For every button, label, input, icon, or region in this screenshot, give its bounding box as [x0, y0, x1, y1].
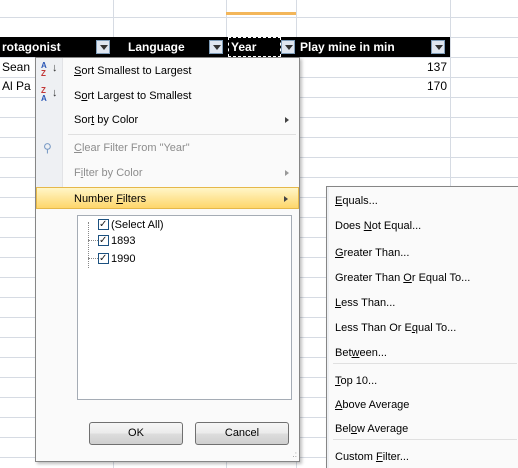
- value-1893[interactable]: 1893: [98, 233, 135, 249]
- clear-filter-icon: ⚲: [43, 141, 52, 155]
- ok-button[interactable]: OK: [89, 422, 183, 445]
- menu-separator: [333, 439, 517, 440]
- menu-separator: [333, 363, 517, 364]
- filter-dropdown-year[interactable]: [281, 40, 295, 54]
- resize-grip-icon[interactable]: .:: [293, 451, 297, 459]
- number-filter-between-item[interactable]: Between...: [335, 342, 387, 364]
- header-language[interactable]: Language: [128, 37, 185, 57]
- cell-protagonist-row2[interactable]: Al Pa: [2, 77, 31, 96]
- sort-descending-item[interactable]: Z A ↓ Sort Largest to Smallest: [36, 85, 299, 107]
- filter-dropdown-protagonist[interactable]: [96, 40, 110, 54]
- number-filter-less-than-item[interactable]: Less Than...: [335, 292, 395, 314]
- number-filters-submenu: Equals... Does Not Equal... Greater Than..…: [326, 186, 518, 468]
- number-filter-above-average-item[interactable]: Above Average: [335, 394, 409, 416]
- value-1990[interactable]: 1990: [98, 251, 135, 267]
- autofilter-menu: A Z ↓ Sort Smallest to Largest Z A ↓ Sort La…: [35, 57, 300, 462]
- clear-filter-item[interactable]: ⚲ Clear Filter From "Year": [36, 137, 299, 159]
- sort-by-color-item[interactable]: Sort by Color: [36, 109, 299, 131]
- number-filter-equals-item[interactable]: Equals...: [335, 190, 378, 212]
- cell-playtime-row1[interactable]: 137: [300, 58, 447, 77]
- filter-by-color-item[interactable]: Filter by Color: [36, 162, 299, 184]
- cancel-button[interactable]: Cancel: [195, 422, 289, 445]
- checkbox-checked-icon[interactable]: [98, 233, 109, 249]
- number-filter-greater-than-item[interactable]: Greater Than...: [335, 242, 409, 264]
- submenu-arrow-icon: [285, 117, 289, 123]
- filter-values-list: (Select All) 1893 1990: [77, 215, 292, 400]
- checkbox-checked-icon[interactable]: [98, 251, 109, 267]
- cell-playtime-row2[interactable]: 170: [300, 77, 447, 96]
- filter-dropdown-playtime[interactable]: [431, 40, 445, 54]
- number-filter-below-average-item[interactable]: Below Average: [335, 418, 408, 440]
- number-filter-greater-than-or-equal-item[interactable]: Greater Than Or Equal To...: [335, 267, 470, 289]
- number-filters-item[interactable]: Number Filters: [36, 187, 299, 209]
- header-year[interactable]: Year: [228, 37, 281, 57]
- submenu-arrow-icon: [285, 170, 289, 176]
- selected-column-indicator: [226, 12, 296, 15]
- table-header-row: rotagonist Language Year Play mine in mi…: [0, 37, 450, 57]
- number-filter-less-than-or-equal-item[interactable]: Less Than Or Equal To...: [335, 317, 456, 339]
- header-protagonist[interactable]: rotagonist: [2, 37, 61, 57]
- checkbox-checked-icon[interactable]: [98, 217, 109, 233]
- number-filter-does-not-equal-item[interactable]: Does Not Equal...: [335, 215, 421, 237]
- sort-ascending-icon: A Z ↓: [41, 61, 58, 78]
- menu-separator: [68, 134, 296, 135]
- filter-dropdown-language[interactable]: [209, 40, 223, 54]
- value-select-all[interactable]: (Select All): [98, 217, 164, 233]
- number-filter-custom-filter-item[interactable]: Custom Filter...: [335, 446, 409, 468]
- cell-protagonist-row1[interactable]: Sean: [2, 58, 30, 77]
- sort-descending-icon: Z A ↓: [41, 86, 58, 103]
- header-playtime[interactable]: Play mine in min: [300, 37, 395, 57]
- submenu-arrow-icon: [284, 196, 288, 202]
- sort-ascending-item[interactable]: A Z ↓ Sort Smallest to Largest: [36, 60, 299, 82]
- number-filter-top-10-item[interactable]: Top 10...: [335, 370, 377, 392]
